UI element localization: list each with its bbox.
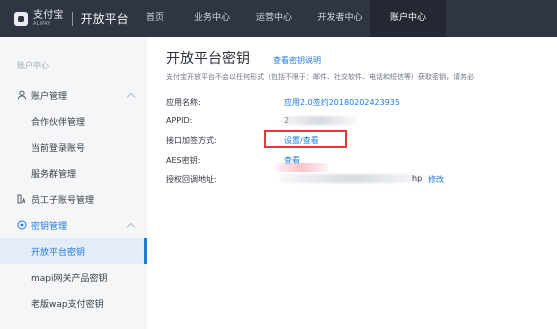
brand-divider — [71, 11, 73, 26]
appid-label: APPID: — [166, 116, 193, 125]
page-title: 开放平台密钥 — [166, 51, 250, 67]
brand-sub: ALIPAY — [33, 20, 51, 27]
callback-edit-link[interactable]: 修改 — [428, 174, 444, 185]
security-notice: 支付宝开放平台不会以任何形式（包括不限于：邮件、社交软件、电话和短信等）获取密钥… — [166, 73, 474, 81]
alipay-logo-icon — [14, 11, 28, 26]
sidebar-item-current-account[interactable]: 当前登录账号 — [0, 134, 147, 160]
sidebar-item-partner[interactable]: 合作伙伴管理 — [0, 108, 147, 134]
nav-account-label: 账户中心 — [389, 13, 426, 23]
sidebar-group-staff[interactable]: 员工子账号管理 — [0, 186, 147, 212]
nav-account[interactable]: 账户中心 — [370, 0, 446, 37]
sidebar-item-label: 密钥管理 — [31, 221, 68, 232]
aes-key-label: AES密钥: — [166, 156, 201, 165]
app-name-value[interactable]: 应用2.0签约20180202423935 — [284, 97, 400, 108]
main-content: 开放平台密钥 查看密钥说明 支付宝开放平台不会以任何形式（包括不限于：邮件、社交… — [147, 37, 557, 329]
sidebar-group-account[interactable]: 账户管理 — [0, 82, 147, 108]
chevron-up-icon — [126, 92, 136, 102]
sidebar-item-service-group[interactable]: 服务群管理 — [0, 160, 147, 186]
sign-method-label: 接口加签方式: — [166, 136, 217, 145]
sidebar-item-label: 老版wap支付密钥 — [31, 299, 104, 310]
callback-url-value: hp — [412, 174, 423, 183]
highlight-box — [264, 130, 347, 148]
staff-icon — [17, 194, 27, 204]
person-icon — [17, 90, 27, 100]
app-name-label: 应用名称: — [166, 98, 201, 107]
nav-developer[interactable]: 开发者中心 — [316, 0, 364, 37]
nav-operations[interactable]: 运营中心 — [254, 0, 294, 37]
redacted-appid — [280, 116, 358, 125]
nav-operations-label: 运营中心 — [255, 13, 292, 23]
pink-smudge — [274, 163, 329, 172]
sidebar: 账户中心 账户管理 合作伙伴管理 当前登录账号 服务群管理 员工子账号管理 密钥… — [0, 37, 147, 329]
nav-home-label: 首页 — [145, 13, 164, 23]
platform-title: 开放平台 — [80, 12, 129, 26]
chevron-up-icon — [126, 222, 136, 232]
sidebar-item-mapi-key[interactable]: mapi网关产品密钥 — [0, 264, 147, 290]
appid-value: 2 — [284, 116, 290, 125]
brand-name: 支付宝 — [33, 9, 64, 21]
top-navigation-bar: 支付宝 ALIPAY 开放平台 首页 业务中心 运营中心 开发者中心 账户中心 — [0, 0, 557, 37]
sidebar-item-label: 合作伙伴管理 — [31, 117, 86, 128]
sidebar-item-label: 当前登录账号 — [31, 143, 86, 154]
sidebar-item-label: 员工子账号管理 — [31, 195, 95, 206]
sidebar-item-label: 开放平台密钥 — [31, 247, 86, 258]
key-icon — [17, 220, 27, 230]
sidebar-item-label: mapi网关产品密钥 — [31, 273, 108, 284]
sidebar-item-label: 服务群管理 — [31, 169, 77, 180]
brand[interactable]: 支付宝 ALIPAY 开放平台 — [14, 0, 129, 37]
sidebar-group-keys[interactable]: 密钥管理 — [0, 212, 147, 238]
brand-wordmark: 支付宝 ALIPAY — [33, 9, 64, 27]
sidebar-item-label: 账户管理 — [31, 91, 68, 102]
sidebar-header: 账户中心 — [17, 61, 49, 70]
key-doc-link[interactable]: 查看密钥说明 — [273, 55, 321, 66]
nav-home[interactable]: 首页 — [145, 0, 165, 37]
sidebar-item-open-platform-key[interactable]: 开放平台密钥 — [0, 238, 147, 264]
nav-business-label: 业务中心 — [193, 13, 230, 23]
nav-business[interactable]: 业务中心 — [192, 0, 232, 37]
callback-label: 授权回调地址: — [166, 175, 217, 184]
sidebar-item-wap-key[interactable]: 老版wap支付密钥 — [0, 290, 147, 316]
nav-developer-label: 开发者中心 — [317, 13, 363, 23]
redacted-callback-url — [280, 174, 425, 183]
